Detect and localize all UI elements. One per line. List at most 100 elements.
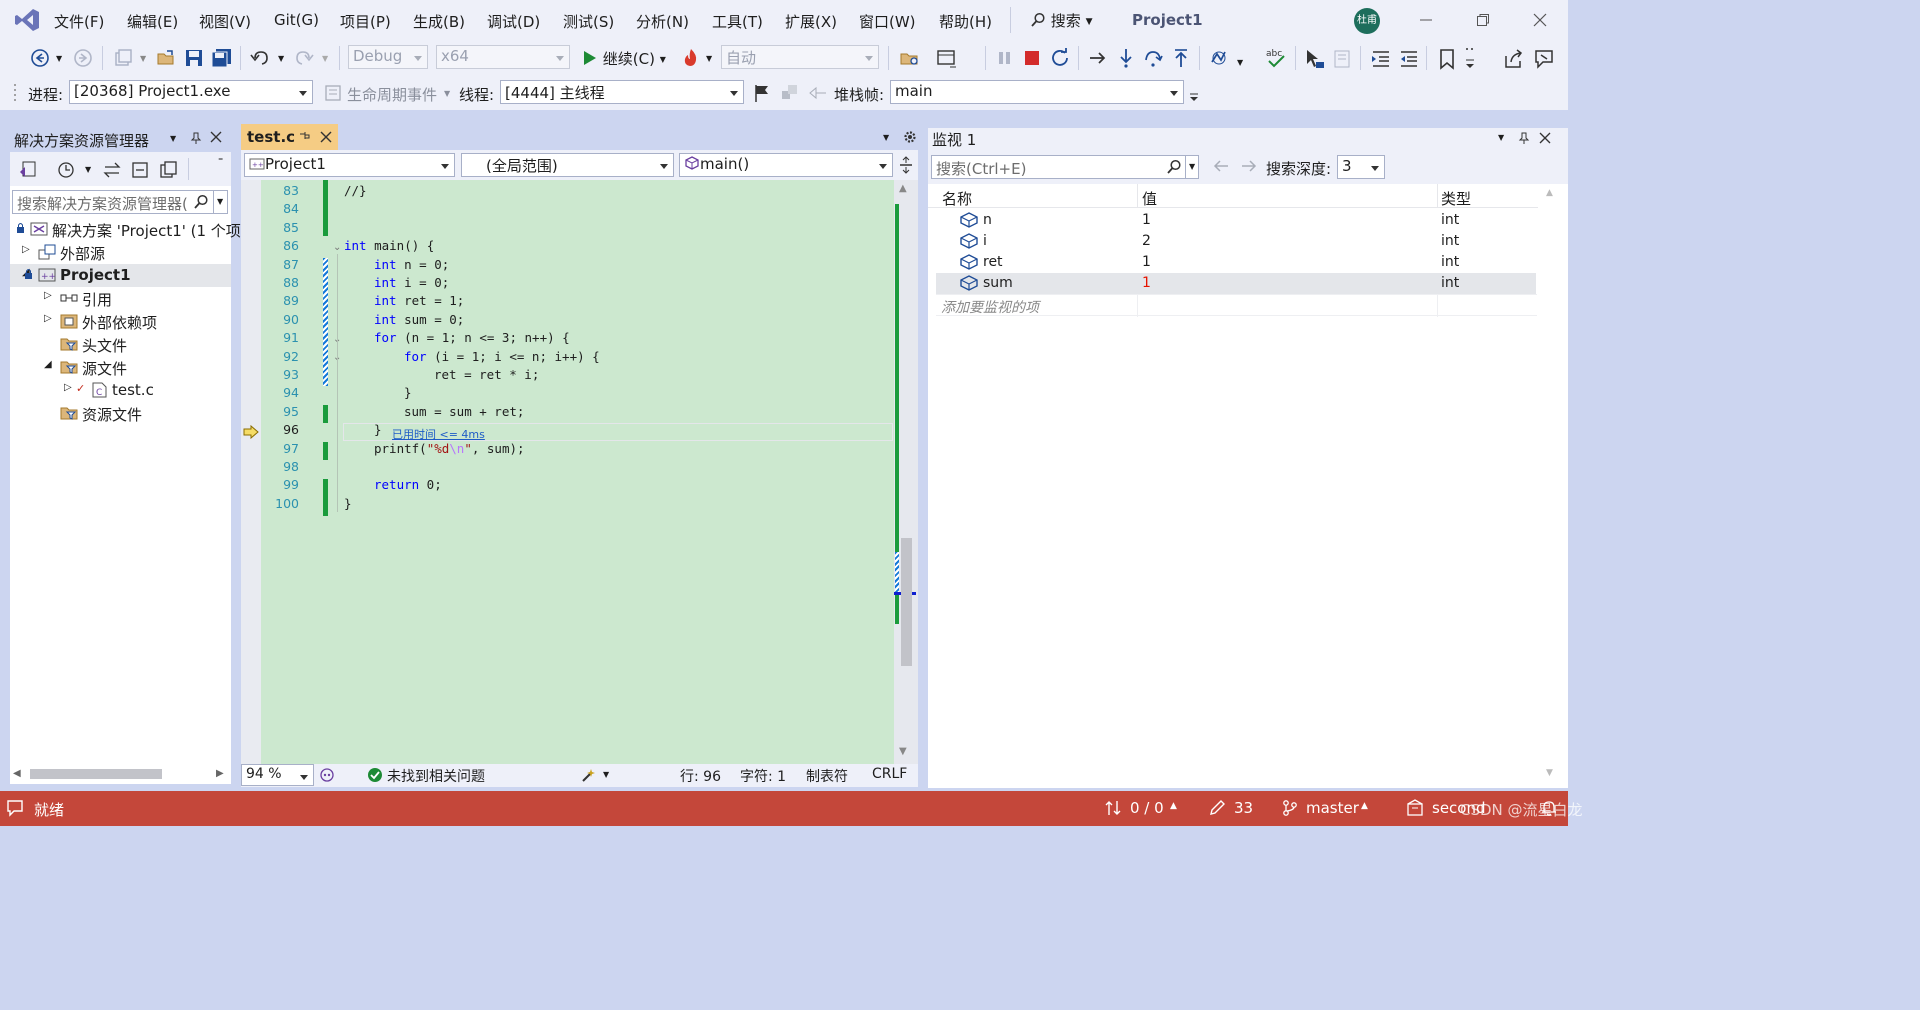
menu-item[interactable]: 分析(N) [636,11,689,32]
minimize-button[interactable] [1418,12,1434,28]
column-value-header[interactable]: 值 [1142,188,1157,209]
project-scope-select[interactable]: ++ Project1 [244,153,455,177]
branch-name[interactable]: master [1306,799,1359,817]
tree-item[interactable]: 资源文件 [10,402,231,425]
close-tab-icon[interactable] [320,131,332,143]
watch-search-input[interactable]: 搜索(Ctrl+E) ▼ [931,155,1199,179]
switch-views-icon[interactable] [18,160,38,180]
hex-display-icon[interactable] [1209,48,1231,70]
code-line[interactable]: 87 int n = 0; [241,257,901,275]
tree-item[interactable]: 解决方案 'Project1' (1 个项 [10,218,241,241]
collapsed-arrow-icon[interactable]: ▷ [64,382,72,393]
step-out-icon[interactable] [1171,48,1191,68]
code-line[interactable]: 86 int main() { [241,238,901,256]
restart-icon[interactable] [1050,48,1070,68]
live-share-icon[interactable] [1503,48,1525,70]
chevron-down-icon[interactable]: ▼ [85,165,91,174]
code-line[interactable]: 92 for (i = 1; i <= n; i++) { [241,349,901,367]
add-watch-placeholder[interactable]: 添加要监视的项 [941,297,1039,317]
menu-item[interactable]: 项目(P) [340,11,391,32]
save-icon[interactable] [184,48,204,68]
step-into-icon[interactable] [1116,48,1136,68]
new-project-icon[interactable] [113,48,133,68]
code-line[interactable]: 100} [241,496,901,514]
watch-row[interactable]: i 2 int [936,231,1536,252]
code-line[interactable]: 94} [241,385,901,403]
watch-row[interactable]: ret 1 int [936,252,1536,273]
save-all-icon[interactable] [211,48,233,68]
menu-item[interactable]: 窗口(W) [859,11,916,32]
scroll-down-icon[interactable]: ▼ [1546,768,1553,778]
chevron-down-icon[interactable]: ▼ [603,770,609,779]
watch-value[interactable]: 1 [1142,212,1151,228]
stack-frame-select[interactable]: main [890,80,1184,104]
zoom-select[interactable]: 94 % [241,764,314,786]
tree-item[interactable]: ▷ 外部依赖项 [10,310,231,333]
tree-item[interactable]: ▷ 引用 [10,287,231,310]
vertical-scrollbar[interactable]: ▲ ▼ [894,180,918,764]
chevron-down-icon[interactable]: ▼ [140,54,146,63]
redo-icon[interactable] [294,48,314,68]
branch-icon[interactable] [1281,799,1299,817]
outdent-icon[interactable] [1398,48,1420,70]
restore-button[interactable] [1475,12,1491,28]
show-next-statement-icon[interactable] [1088,48,1108,68]
pin-icon[interactable] [190,131,202,145]
undo-icon[interactable] [250,48,270,68]
toggle-frames-icon[interactable] [808,83,828,103]
code-line[interactable]: 98 [241,459,901,477]
feedback-icon[interactable] [1533,48,1555,70]
chevron-up-icon[interactable]: ▲ [1170,801,1177,811]
sync-icon[interactable] [102,160,122,180]
scroll-right-icon[interactable]: ▶ [216,768,224,779]
tree-item[interactable]: 头文件 [10,333,231,356]
chevron-up-icon[interactable]: ▲ [1361,801,1368,811]
code-line[interactable]: 90 int sum = 0; [241,312,901,330]
chevron-down-icon[interactable]: ▼ [278,54,284,63]
solution-search-input[interactable]: 搜索解决方案资源管理器( ▼ [12,190,228,214]
pending-changes-icon[interactable] [56,160,76,180]
scroll-down-icon[interactable]: ▼ [899,746,907,757]
horizontal-scrollbar[interactable]: ◀ ▶ [10,764,231,784]
menu-item[interactable]: 生成(B) [413,11,465,32]
code-line[interactable]: 91 for (n = 1; n <= 3; n++) { [241,330,901,348]
code-line[interactable]: 85 [241,220,901,238]
menu-item[interactable]: Git(G) [274,11,319,29]
menu-item[interactable]: 测试(S) [563,11,614,32]
chevron-down-icon[interactable]: ▼ [444,89,450,98]
char-position[interactable]: 字符: 1 [740,766,786,786]
copilot-icon[interactable] [319,767,335,783]
toolbar-overflow-icon[interactable] [1464,46,1476,72]
tree-item[interactable]: ◢ ++ Project1 [10,264,231,287]
flag-thread-icon[interactable] [753,83,771,103]
menu-item[interactable]: 文件(F) [54,11,104,32]
lifecycle-events-button[interactable]: 生命周期事件 [347,84,437,105]
chevron-down-icon[interactable]: ▼ [1498,133,1504,142]
chevron-down-icon[interactable]: ▼ [170,134,176,143]
pause-icon[interactable] [996,49,1014,67]
code-line[interactable]: 89 int ret = 1; [241,293,901,311]
code-line[interactable]: 96} [241,422,901,440]
menu-item[interactable]: 工具(T) [712,11,763,32]
target-select[interactable]: 自动 [721,45,879,69]
scrollbar-thumb[interactable] [30,769,162,779]
line-ending[interactable]: CRLF [872,766,907,782]
avatar[interactable]: 杜甫 [1354,8,1380,34]
thread-select[interactable]: [4444] 主线程 [500,80,744,104]
tree-item[interactable]: ◢ 源文件 [10,356,231,379]
stop-icon[interactable] [1023,49,1041,67]
more-options-icon[interactable]: ⁼ [218,156,223,167]
menu-item[interactable]: 扩展(X) [785,11,837,32]
live-tree-icon[interactable] [1332,48,1354,70]
search-depth-select[interactable]: 3 [1337,155,1385,179]
browse-folder-icon[interactable] [899,48,921,68]
chevron-down-icon[interactable]: ▼ [706,54,712,63]
close-window-button[interactable] [1532,12,1548,28]
watch-row[interactable]: n 1 int [936,210,1536,231]
edit-count[interactable]: 33 [1234,799,1253,817]
watch-row[interactable]: sum 1 int [936,273,1536,294]
code-line[interactable]: 88 int i = 0; [241,275,901,293]
watch-vertical-scrollbar[interactable]: ▲ ▼ [1540,184,1564,788]
scroll-up-icon[interactable]: ▲ [899,183,907,194]
scrollbar-thumb[interactable] [901,538,912,666]
